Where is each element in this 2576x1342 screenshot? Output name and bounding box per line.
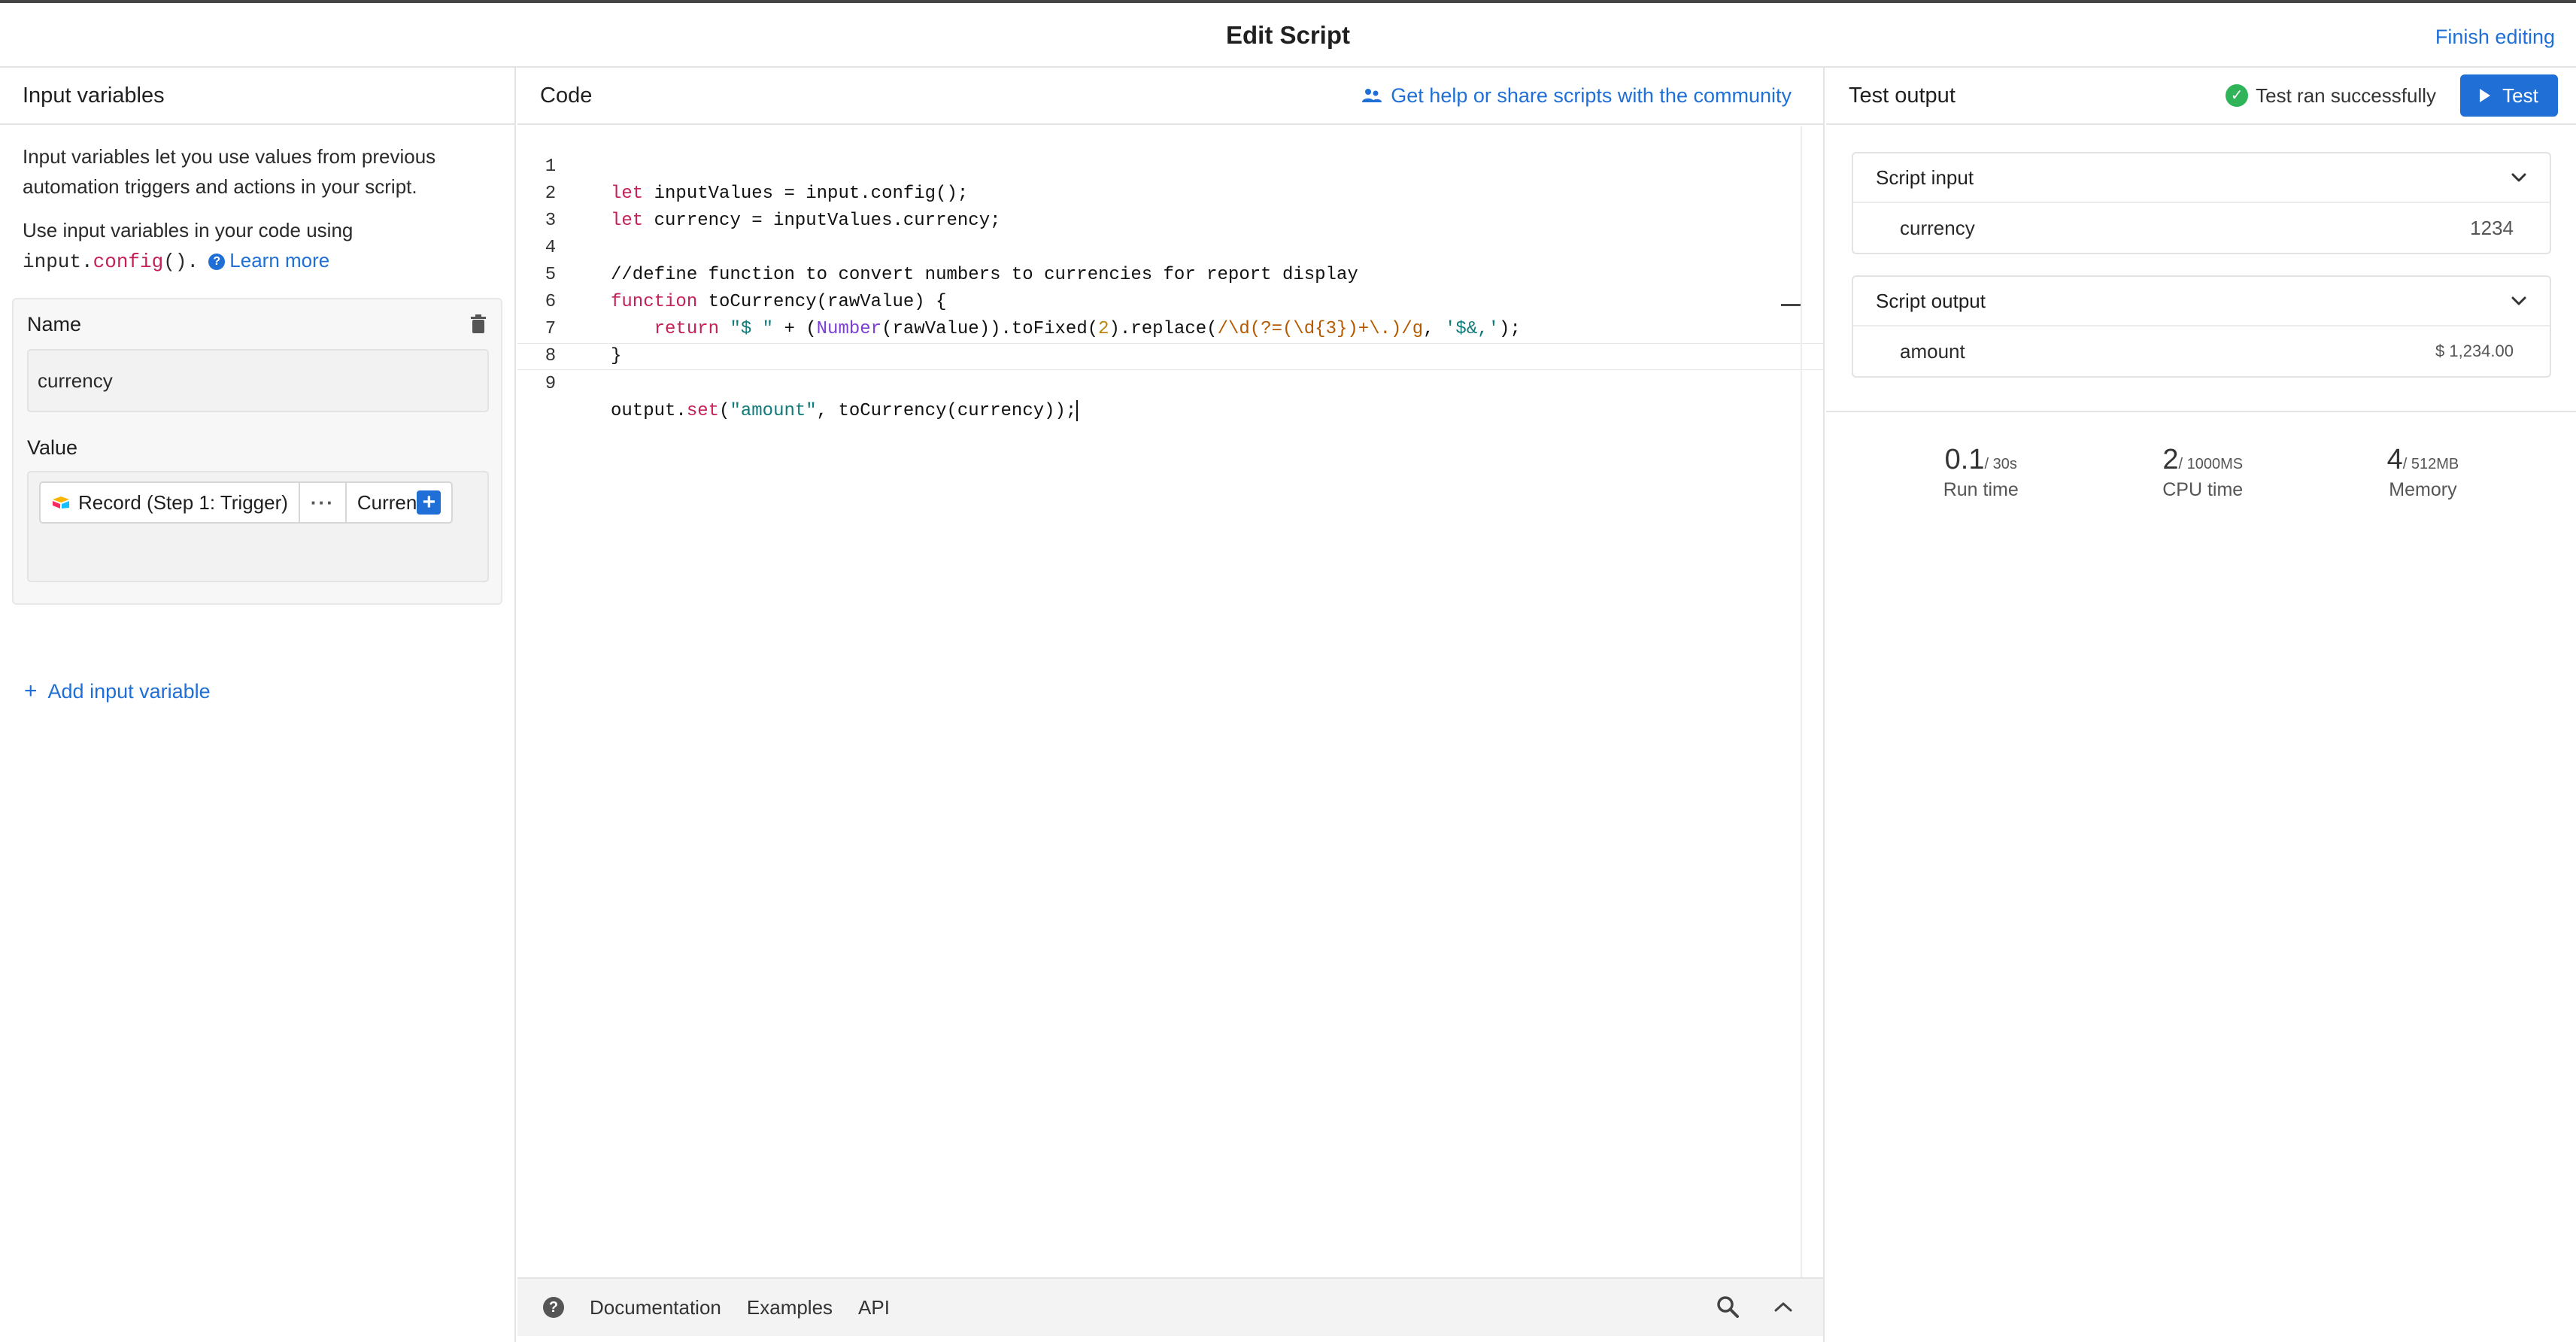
variable-value-field[interactable]: Record (Step 1: Trigger) ··· Curren + [27, 471, 489, 582]
code-heading: Code [540, 83, 593, 108]
add-input-variable-label: Add input variable [47, 680, 211, 703]
test-button[interactable]: Test [2460, 74, 2558, 117]
test-output-heading: Test output [1849, 83, 1956, 108]
usage-code-object: input. [23, 250, 93, 273]
input-variables-usage: Use input variables in your code using i… [0, 202, 514, 277]
api-link[interactable]: API [858, 1296, 890, 1319]
usage-code: input.config(). [23, 250, 199, 273]
script-output-key: amount [1900, 339, 1965, 363]
stat-limit: / 512MB [2402, 456, 2459, 472]
examples-link[interactable]: Examples [747, 1296, 833, 1319]
code-line: 7 } [517, 289, 1823, 366]
trash-icon[interactable] [471, 314, 486, 334]
divider [1826, 411, 2576, 412]
stat-label: Memory [2389, 479, 2457, 500]
stat-value: 0.1 [1944, 444, 1985, 475]
code-header: Code Get help or share scripts with the … [517, 68, 1823, 125]
learn-more-link[interactable]: Learn more [229, 249, 329, 272]
finish-editing-button[interactable]: Finish editing [2435, 26, 2555, 49]
scroll-position-marker [1781, 304, 1801, 306]
code-panel: Code Get help or share scripts with the … [517, 68, 1825, 1342]
code-line: 2 let currency = inputValues.currency; [517, 153, 1823, 231]
name-label: Name [27, 313, 82, 336]
script-output-title: Script output [1876, 289, 1986, 312]
add-input-variable-button[interactable]: + Add input variable [24, 679, 211, 704]
script-input-value: 1234 [2470, 216, 2514, 239]
add-token-icon[interactable]: + [417, 490, 441, 515]
help-icon[interactable]: ? [543, 1297, 564, 1318]
code-line: 8 [517, 316, 1823, 366]
code-line: 3 [517, 181, 1823, 231]
value-label: Value [27, 436, 78, 459]
script-input-key: currency [1900, 216, 1975, 239]
code-line-active: 9 output.set("amount", toCurrency(curren… [517, 343, 1823, 421]
script-output-card: Script output amount $ 1,234.00 [1852, 275, 2551, 378]
test-output-panel: Test output ✓ Test ran successfully Test… [1826, 68, 2576, 1342]
more-icon: ··· [310, 490, 335, 514]
top-bar: Edit Script Finish editing [0, 6, 2576, 68]
stat-run-time: 0.1/ 30s Run time [1943, 444, 2019, 501]
token-more-button[interactable]: ··· [300, 483, 347, 522]
test-button-label: Test [2502, 83, 2538, 107]
script-input-toggle[interactable]: Script input [1853, 153, 2550, 203]
chevron-down-icon [2511, 296, 2526, 305]
plus-icon: + [24, 679, 38, 703]
code-line: 4 //define function to convert numbers t… [517, 208, 1823, 285]
usage-code-tail: (). [163, 250, 199, 273]
users-icon [1362, 89, 1382, 102]
chevron-up-icon[interactable] [1773, 1301, 1793, 1313]
script-input-card: Script input currency 1234 [1852, 152, 2551, 254]
stat-value: 4 [2386, 444, 2403, 475]
code-footer: ? Documentation Examples API [517, 1277, 1823, 1336]
usage-stats: 0.1/ 30s Run time 2/ 1000MS CPU time 4/ … [1826, 444, 2576, 501]
code-text: output.set("amount", toCurrency(currency… [611, 399, 1079, 421]
airtable-logo-icon [53, 496, 69, 509]
stat-value: 2 [2162, 444, 2179, 475]
stat-limit: / 30s [1984, 456, 2017, 472]
input-variables-panel: Input variables Input variables let you … [0, 68, 516, 1342]
field-token[interactable]: Curren + [347, 483, 451, 522]
stat-label: Run time [1943, 479, 2019, 500]
test-status: ✓ Test ran successfully Test [2226, 74, 2558, 117]
footer-actions [1716, 1295, 1793, 1318]
script-input-row: currency 1234 [1853, 203, 2550, 253]
input-variables-description: Input variables let you use values from … [23, 145, 436, 198]
stat-limit: / 1000MS [2178, 456, 2244, 472]
test-output-header: Test output ✓ Test ran successfully Test [1826, 68, 2576, 125]
stat-label: CPU time [2162, 479, 2244, 500]
code-line: 1 let inputValues = input.config(); [517, 126, 1823, 204]
code-line: 5 function toCurrency(rawValue) { [517, 235, 1823, 312]
check-circle-icon: ✓ [2226, 84, 2249, 107]
record-token[interactable]: Record (Step 1: Trigger) [41, 483, 300, 522]
test-status-text: Test ran successfully [2256, 83, 2436, 107]
community-link-label: Get help or share scripts with the commu… [1391, 83, 1792, 107]
help-icon: ? [208, 254, 226, 271]
documentation-link[interactable]: Documentation [590, 1296, 721, 1319]
page-title: Edit Script [1225, 21, 1351, 49]
community-link[interactable]: Get help or share scripts with the commu… [1362, 84, 1792, 108]
code-editor[interactable]: 1 let inputValues = input.config(); 2 le… [517, 126, 1823, 1270]
code-line: 6 return "$ " + (Number(rawValue)).toFix… [517, 262, 1823, 339]
value-token-row: Record (Step 1: Trigger) ··· Curren + [39, 481, 454, 524]
usage-code-function: config [93, 250, 164, 273]
record-token-label: Record (Step 1: Trigger) [78, 490, 288, 514]
input-variable-card: Name currency Value Record (Step 1: Trig… [12, 298, 502, 605]
variable-name-input[interactable]: currency [27, 349, 489, 412]
input-variables-heading: Input variables [0, 68, 514, 125]
stat-memory: 4/ 512MB Memory [2387, 444, 2459, 501]
stat-cpu-time: 2/ 1000MS CPU time [2162, 444, 2243, 501]
chevron-down-icon [2511, 173, 2526, 182]
line-number: 9 [545, 374, 557, 394]
script-output-toggle[interactable]: Script output [1853, 277, 2550, 326]
script-output-value: $ 1,234.00 [2435, 342, 2514, 360]
text-caret [1076, 399, 1079, 421]
script-output-row: amount $ 1,234.00 [1853, 326, 2550, 376]
play-icon [2480, 89, 2491, 102]
search-icon[interactable] [1716, 1295, 1739, 1318]
editor-scrollbar[interactable] [1801, 126, 1802, 1330]
field-token-label: Curren [357, 490, 417, 514]
usage-text: Use input variables in your code using [23, 219, 353, 241]
script-input-title: Script input [1876, 165, 1974, 189]
edit-script-window: Edit Script Finish editing Input variabl… [0, 0, 2576, 1342]
